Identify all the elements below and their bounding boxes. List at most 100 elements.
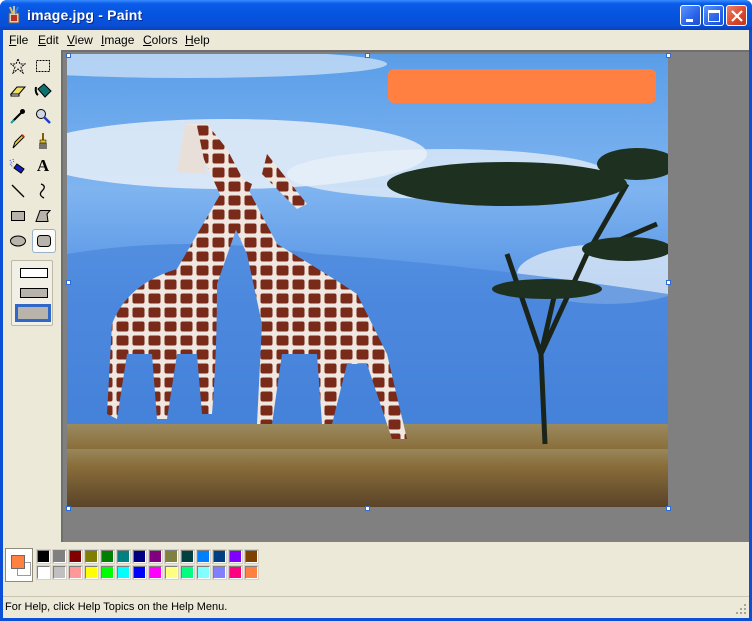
resize-handle-top (365, 53, 370, 58)
tool-text[interactable]: A (32, 155, 54, 177)
tool-free-form-select[interactable] (7, 55, 29, 77)
drawing-canvas[interactable] (67, 54, 668, 507)
palette-swatch[interactable] (100, 565, 115, 580)
status-text: For Help, click Help Topics on the Help … (5, 601, 228, 613)
tool-eraser[interactable] (7, 80, 29, 102)
palette-swatch[interactable] (164, 549, 179, 564)
palette-swatch[interactable] (52, 549, 67, 564)
foreground-color (11, 555, 25, 569)
status-bar: For Help, click Help Topics on the Help … (3, 596, 749, 617)
curve-icon (39, 183, 45, 199)
maximize-icon (708, 10, 720, 22)
menu-colors[interactable]: Colors (143, 33, 178, 47)
tool-airbrush[interactable] (7, 155, 29, 177)
fill-option-fill-only[interactable] (15, 304, 51, 322)
palette-swatch[interactable] (84, 549, 99, 564)
tool-pencil[interactable] (7, 130, 29, 152)
tool-line[interactable] (7, 180, 29, 202)
fill-style-options (11, 260, 53, 326)
resize-handle-top-right[interactable] (666, 53, 671, 58)
eyedropper-icon (10, 109, 25, 124)
ellipse-icon (10, 235, 26, 247)
tool-rectangle[interactable] (7, 205, 29, 227)
palette-swatch[interactable] (132, 549, 147, 564)
rounded-rectangle-icon (37, 235, 51, 247)
palette-swatch[interactable] (196, 549, 211, 564)
palette-swatch[interactable] (148, 565, 163, 580)
pencil-icon (12, 134, 25, 149)
brush-icon (39, 133, 47, 149)
magnifier-icon (36, 109, 51, 124)
resize-handle-bottom-right[interactable] (666, 506, 671, 511)
tool-pick-color[interactable] (7, 105, 29, 127)
resize-grip-icon[interactable] (735, 603, 747, 615)
palette-swatch[interactable] (116, 549, 131, 564)
text-icon: A (36, 156, 50, 175)
palette-swatch[interactable] (148, 549, 163, 564)
minimize-icon (686, 19, 693, 22)
close-icon (731, 10, 743, 22)
palette-swatch[interactable] (132, 565, 147, 580)
fill-option-outline-and-fill[interactable] (20, 288, 48, 298)
tool-ellipse[interactable] (7, 230, 29, 252)
menu-view[interactable]: View (67, 33, 93, 47)
resize-handle-left (66, 280, 71, 285)
rectangle-icon (11, 211, 25, 221)
current-colors (5, 548, 33, 582)
palette-swatch[interactable] (180, 565, 195, 580)
color-box (3, 546, 749, 586)
palette-swatch[interactable] (212, 549, 227, 564)
close-button[interactable] (726, 5, 747, 26)
paint-app-icon (8, 6, 20, 24)
tool-rounded-rectangle[interactable] (32, 229, 56, 253)
resize-handle-bottom[interactable] (365, 506, 370, 511)
palette-swatch[interactable] (68, 565, 83, 580)
paint-window: image.jpg - Paint File Edit View Image C… (0, 0, 752, 621)
palette-swatch[interactable] (212, 565, 227, 580)
menu-help[interactable]: Help (185, 33, 210, 47)
tool-select[interactable] (32, 55, 54, 77)
tool-brush[interactable] (32, 130, 54, 152)
canvas-area (61, 50, 749, 542)
palette-swatch[interactable] (36, 549, 51, 564)
menu-image[interactable]: Image (101, 33, 134, 47)
maximize-button[interactable] (703, 5, 724, 26)
menu-bar: File Edit View Image Colors Help (3, 30, 749, 49)
palette-swatch[interactable] (228, 549, 243, 564)
resize-handle-top-left (66, 53, 71, 58)
airbrush-icon (9, 158, 25, 174)
palette-swatch[interactable] (244, 549, 259, 564)
eraser-icon (9, 86, 27, 97)
tool-magnifier[interactable] (32, 105, 54, 127)
resize-handle-right[interactable] (666, 280, 671, 285)
polygon-icon (35, 210, 51, 222)
tool-curve[interactable] (32, 180, 54, 202)
palette-swatch[interactable] (244, 565, 259, 580)
palette-swatch[interactable] (116, 565, 131, 580)
orange-rounded-rectangle (388, 69, 656, 103)
palette-swatch[interactable] (196, 565, 211, 580)
title-bar[interactable]: image.jpg - Paint (0, 0, 752, 30)
window-title: image.jpg - Paint (27, 7, 143, 23)
fill-option-outline[interactable] (20, 268, 48, 278)
rect-select-icon (36, 60, 50, 72)
palette-swatch[interactable] (100, 549, 115, 564)
resize-handle-bottom-left (66, 506, 71, 511)
menu-file[interactable]: File (9, 33, 28, 47)
minimize-button[interactable] (680, 5, 701, 26)
palette-swatch[interactable] (84, 565, 99, 580)
line-icon (11, 184, 25, 198)
paint-bucket-icon (34, 83, 52, 98)
palette-swatch[interactable] (52, 565, 67, 580)
palette-swatch[interactable] (36, 565, 51, 580)
free-select-icon (10, 58, 26, 74)
menu-edit[interactable]: Edit (38, 33, 59, 47)
tool-polygon[interactable] (32, 205, 54, 227)
toolbox: A (3, 50, 61, 540)
palette-swatch[interactable] (68, 549, 83, 564)
palette-swatch[interactable] (180, 549, 195, 564)
tool-fill[interactable] (32, 80, 54, 102)
palette-swatch[interactable] (228, 565, 243, 580)
giraffe-photo (67, 54, 668, 507)
palette-swatch[interactable] (164, 565, 179, 580)
